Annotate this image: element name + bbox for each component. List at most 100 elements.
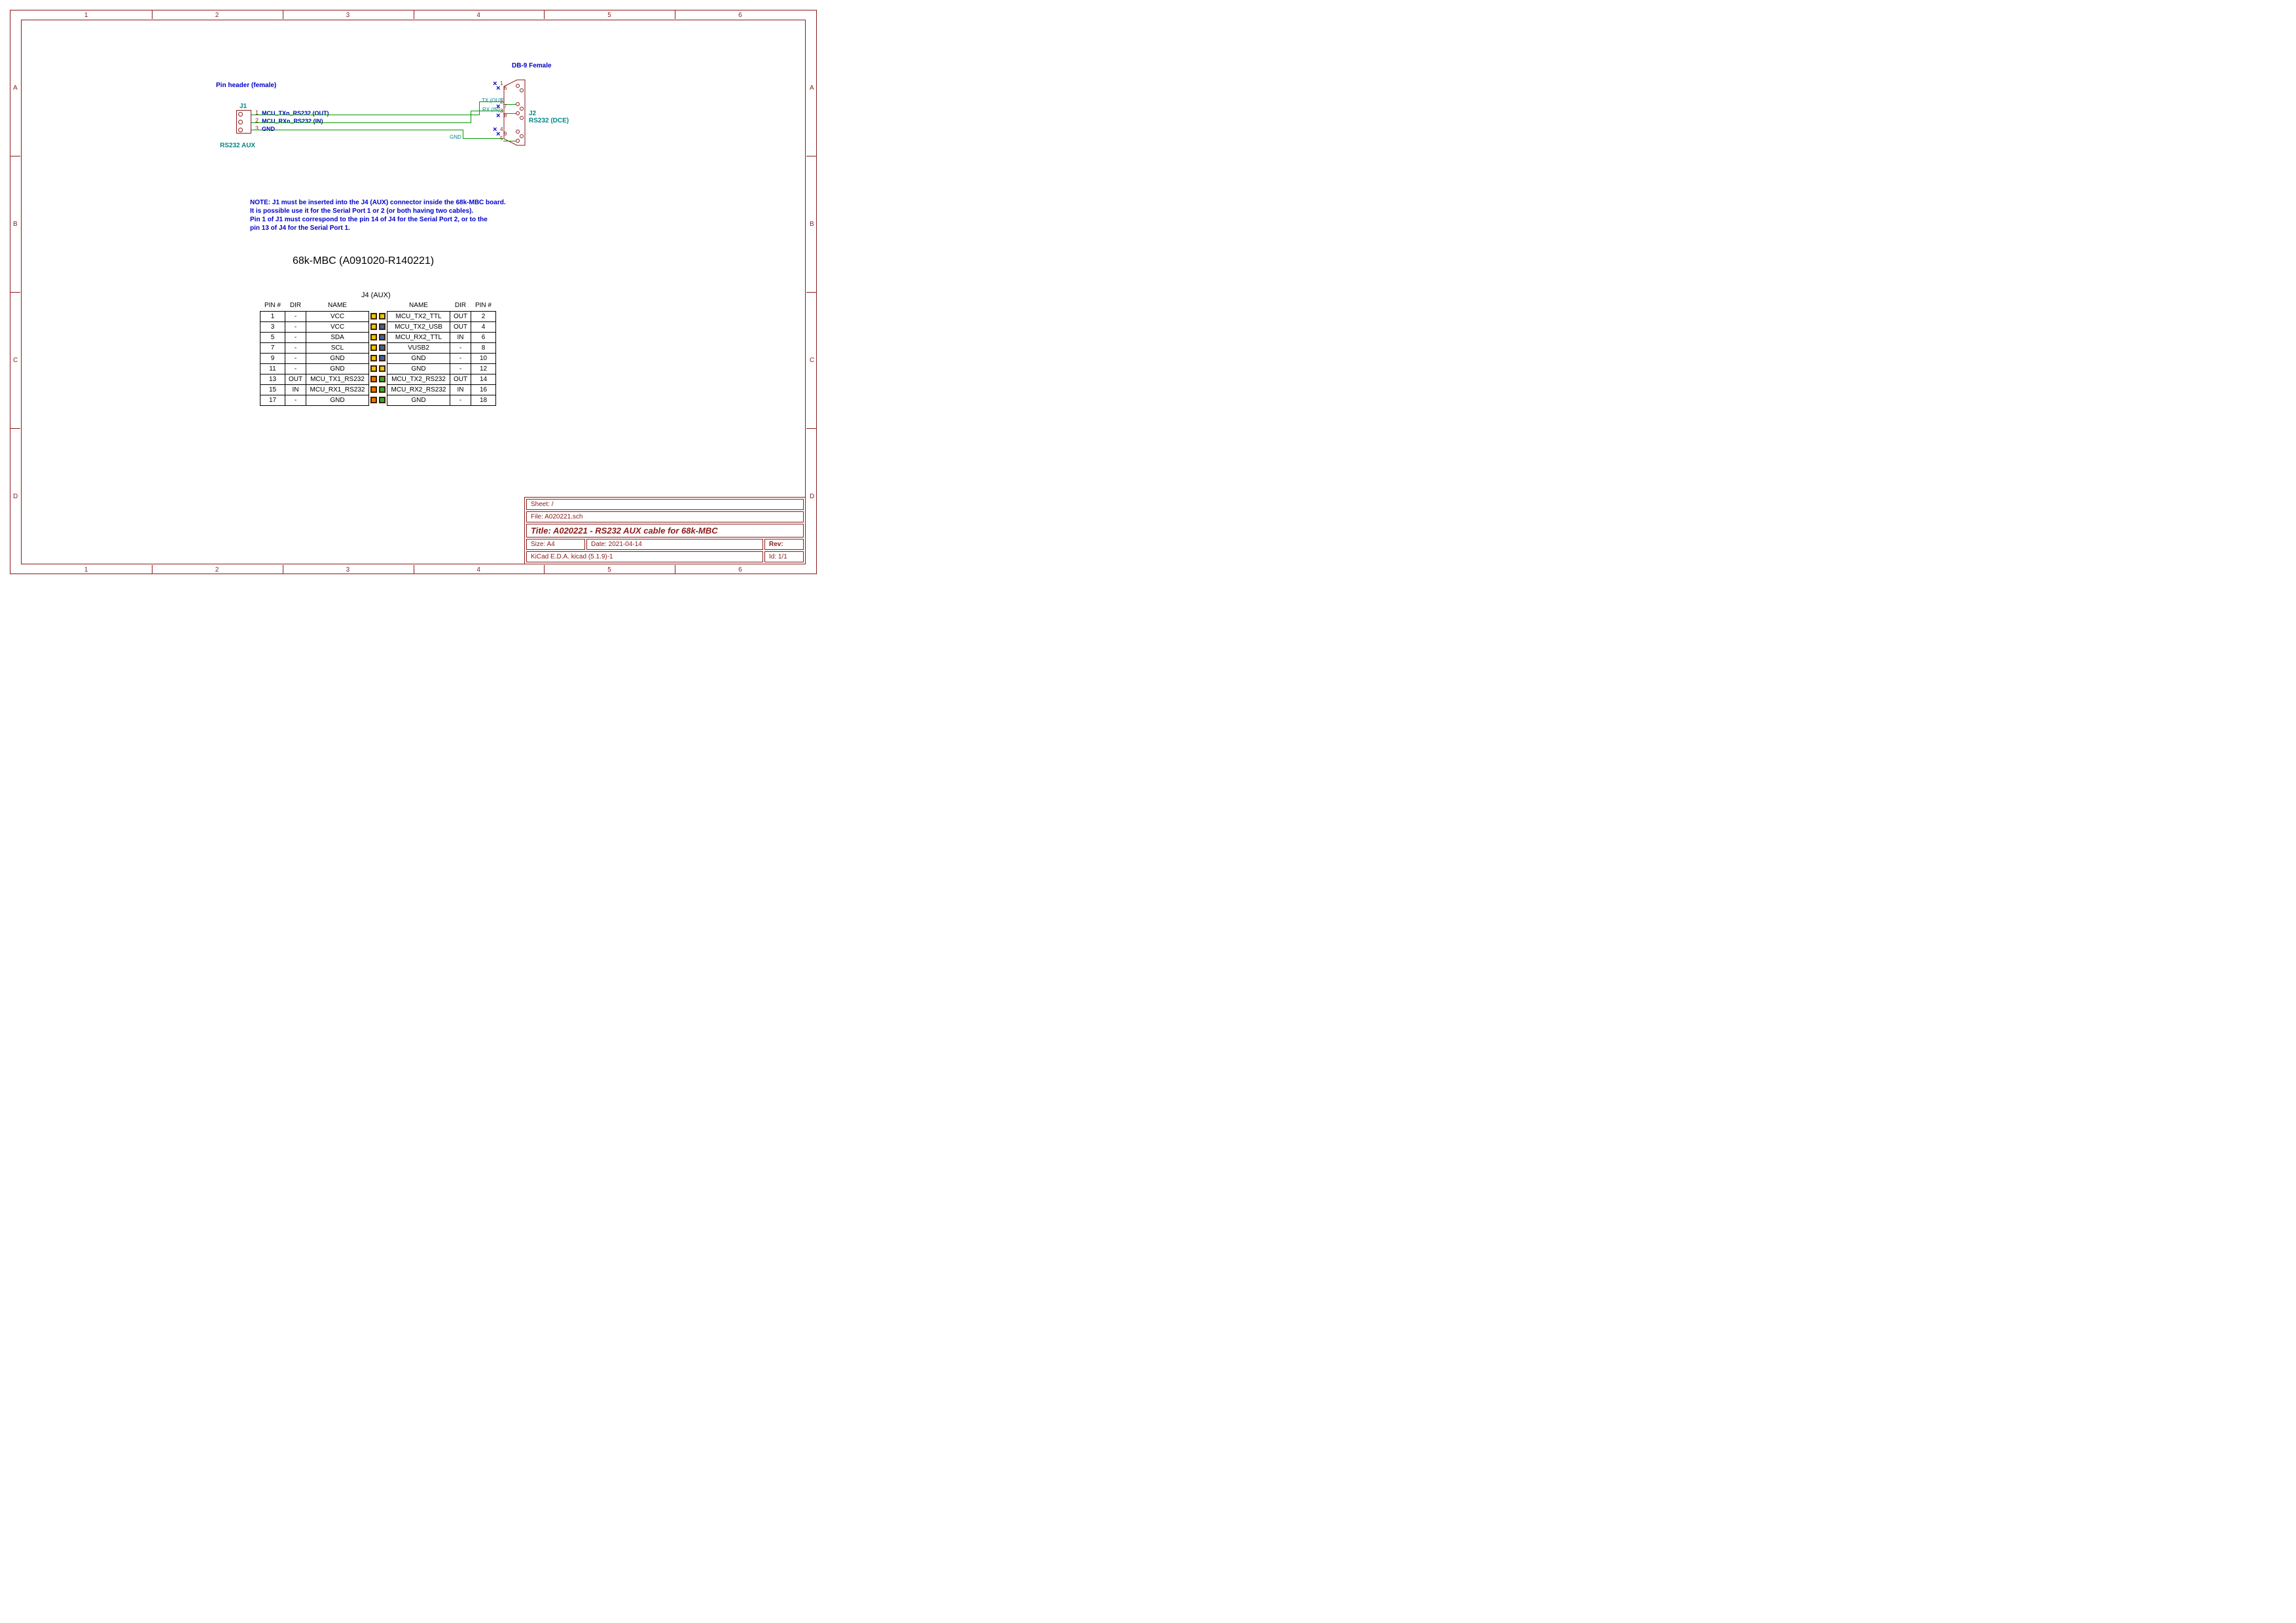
wire-rx-h1	[251, 122, 471, 123]
db9-pin-num: 9	[504, 131, 507, 137]
table-cell: GND	[387, 395, 450, 405]
table-cell: -	[285, 332, 306, 342]
db9-pin	[520, 134, 524, 138]
pin-color-icon	[379, 313, 386, 319]
table-cell: 17	[260, 395, 285, 405]
table-pin-cell	[378, 342, 387, 353]
table-cell: MCU_RX1_RS232	[306, 384, 369, 395]
db9-pin-num: 3	[500, 108, 503, 114]
table-cell: OUT	[450, 311, 471, 321]
table-pin-cell	[378, 321, 387, 332]
table-cell: -	[450, 363, 471, 374]
table-pin-cell	[369, 374, 378, 384]
table-cell: 14	[471, 374, 496, 384]
board-title: 68k-MBC (A091020-R140221)	[293, 255, 434, 267]
ruler-num: 6	[738, 12, 742, 19]
ruler-tick	[544, 10, 545, 19]
net-txn: MCU_TXn_RS232 (OUT)	[262, 110, 329, 117]
pin-color-icon	[370, 334, 377, 340]
ruler-letter: D	[810, 493, 814, 500]
ruler-num: 3	[346, 566, 350, 574]
table-cell: OUT	[450, 374, 471, 384]
table-header: NAME	[306, 301, 369, 311]
ruler-tick	[544, 565, 545, 574]
wire-gnd-h2	[463, 138, 503, 139]
table-cell: OUT	[450, 321, 471, 332]
table-cell: OUT	[285, 374, 306, 384]
db9-pin-num: 7	[504, 103, 507, 109]
net-gnd-j1: GND	[262, 126, 275, 132]
pin-color-icon	[379, 365, 386, 372]
net-rxn: MCU_RXn_RS232 (IN)	[262, 118, 323, 124]
db9-label: DB-9 Female	[512, 62, 552, 69]
table-row: 13OUTMCU_TX1_RS232MCU_TX2_RS232OUT14	[260, 374, 496, 384]
j2-refdes: J2	[529, 110, 536, 117]
no-connect-icon: ×	[496, 130, 500, 138]
ruler-letter: A	[810, 84, 814, 92]
j4-title: J4 (AUX)	[361, 291, 391, 299]
tb-kicad: KiCad E.D.A. kicad (5.1.9)-1	[526, 551, 763, 562]
pin-color-icon	[370, 323, 377, 330]
tb-id: Id: 1/1	[764, 551, 804, 562]
gnd-db9-label: GND	[450, 134, 461, 140]
j1-pin-num-3: 3	[255, 125, 259, 132]
table-pin-cell	[378, 363, 387, 374]
table-cell: 11	[260, 363, 285, 374]
table-cell: 4	[471, 321, 496, 332]
db9-pin-num: 2	[500, 99, 503, 105]
ruler-letter: C	[13, 357, 18, 364]
ruler-num: 1	[84, 566, 88, 574]
table-cell: SDA	[306, 332, 369, 342]
pin-color-icon	[379, 386, 386, 393]
ruler-num: 4	[476, 12, 480, 19]
tb-file: File: A020221.sch	[526, 511, 804, 522]
table-cell: GND	[387, 363, 450, 374]
db9-pin-num: 5	[500, 136, 503, 141]
table-pin-cell	[369, 321, 378, 332]
pin-color-icon	[379, 397, 386, 403]
db9-pin-num: 6	[504, 85, 507, 91]
ruler-num: 2	[215, 12, 219, 19]
table-row: 9-GNDGND-10	[260, 353, 496, 363]
pin-color-icon	[370, 376, 377, 382]
table-cell: 13	[260, 374, 285, 384]
ruler-tick	[10, 428, 20, 429]
j1-pin-2	[238, 120, 243, 124]
table-cell: IN	[285, 384, 306, 395]
table-cell: 2	[471, 311, 496, 321]
table-pin-cell	[378, 332, 387, 342]
table-pin-cell	[378, 311, 387, 321]
db9-pin	[516, 102, 520, 106]
table-cell: 18	[471, 395, 496, 405]
pin-color-icon	[370, 355, 377, 361]
db9-pin	[516, 84, 520, 88]
table-header: DIR	[285, 301, 306, 311]
table-cell: IN	[450, 332, 471, 342]
table-pin-cell	[378, 353, 387, 363]
table-cell: -	[285, 363, 306, 374]
table-cell: 9	[260, 353, 285, 363]
table-header: PIN #	[260, 301, 285, 311]
table-cell: -	[285, 353, 306, 363]
table-pin-cell	[369, 332, 378, 342]
rs232-aux-label: RS232 AUX	[220, 142, 255, 149]
table-cell: MCU_TX2_TTL	[387, 311, 450, 321]
table-cell: 16	[471, 384, 496, 395]
table-cell: IN	[450, 384, 471, 395]
table-row: 3-VCCMCU_TX2_USBOUT4	[260, 321, 496, 332]
pin-color-icon	[370, 386, 377, 393]
table-cell: 8	[471, 342, 496, 353]
pin-header-label: Pin header (female)	[216, 82, 276, 89]
pin-color-icon	[370, 397, 377, 403]
table-cell: SCL	[306, 342, 369, 353]
ruler-tick	[10, 292, 20, 293]
db9-pin	[516, 139, 520, 143]
table-header: PIN #	[471, 301, 496, 311]
ruler-num: 3	[346, 12, 350, 19]
j1-pin-1	[238, 112, 243, 117]
table-cell: 6	[471, 332, 496, 342]
rs232-dce-label: RS232 (DCE)	[529, 117, 569, 124]
table-cell: -	[450, 353, 471, 363]
tb-title: A020221 - RS232 AUX cable for 68k-MBC	[553, 526, 718, 536]
ruler-num: 5	[607, 12, 611, 19]
